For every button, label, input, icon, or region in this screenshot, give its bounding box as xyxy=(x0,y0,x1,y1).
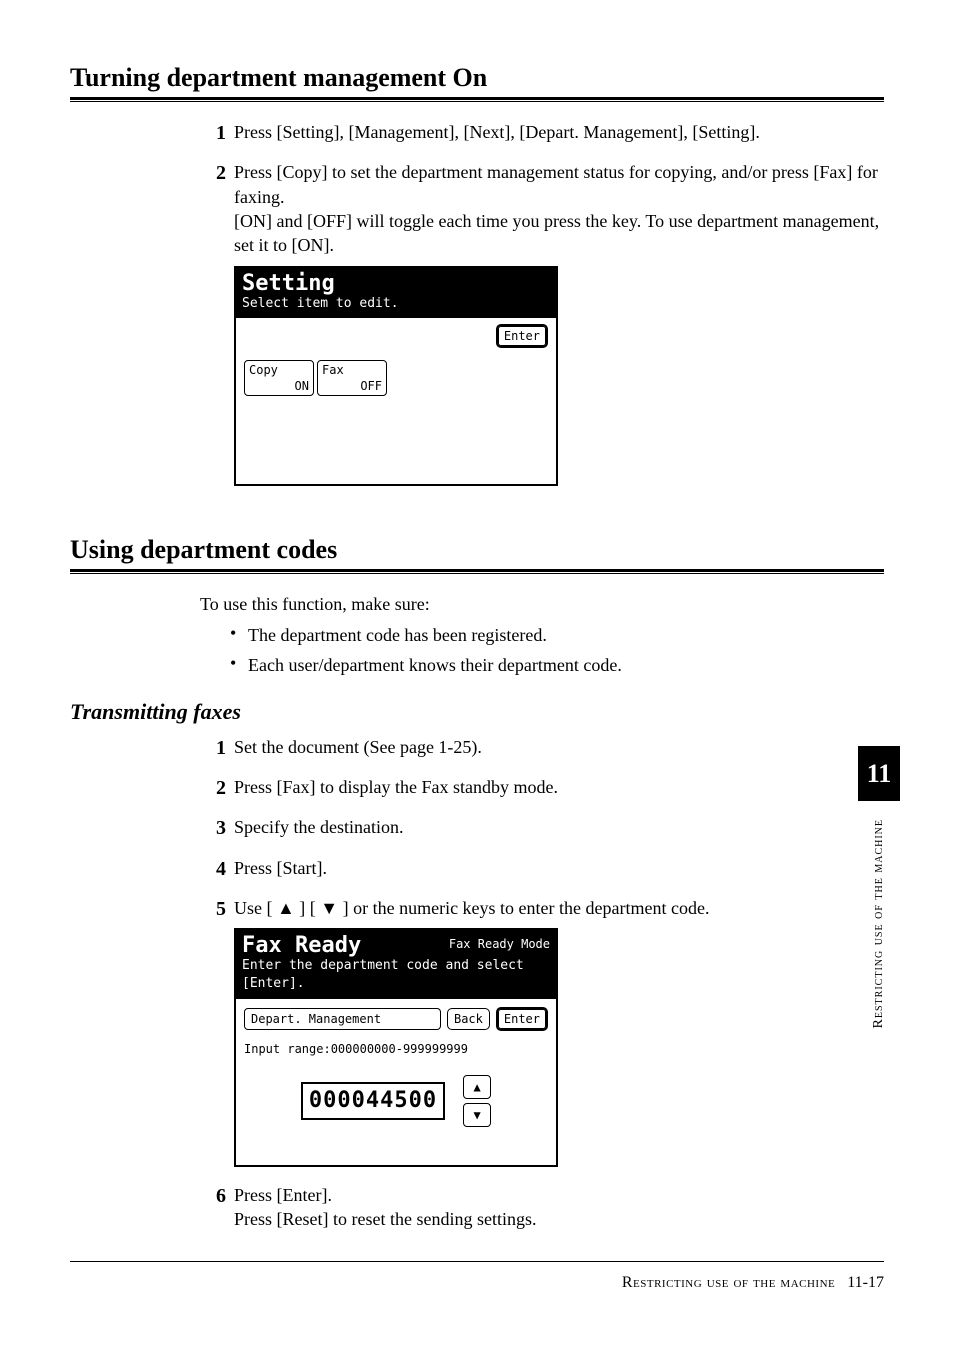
department-code-value[interactable]: 000044500 xyxy=(301,1082,445,1120)
step-number: 1 xyxy=(200,120,226,147)
section-heading-using-codes: Using department codes xyxy=(70,532,884,567)
chevron-down-icon: ▼ xyxy=(473,1107,480,1123)
step-number: 1 xyxy=(200,735,226,762)
step: 6 Press [Enter]. Press [Reset] to reset … xyxy=(200,1183,884,1248)
using-codes-bullets: The department code has been registered.… xyxy=(230,623,884,684)
lcd-mode-label: Fax Ready Mode xyxy=(449,936,550,952)
step-1: 1 Press [Setting], [Management], [Next],… xyxy=(200,120,884,160)
heading-rule-thin xyxy=(70,101,884,102)
arrow-down-button[interactable]: ▼ xyxy=(463,1103,491,1127)
section-heading-turning-on: Turning department management On xyxy=(70,60,884,95)
copy-toggle-label: Copy xyxy=(249,362,278,378)
using-codes-intro: To use this function, make sure: xyxy=(200,592,884,616)
step-number: 4 xyxy=(200,856,226,883)
step: 1 Set the document (See page 1-25). xyxy=(200,735,884,775)
step-text-extra: Press [Reset] to reset the sending setti… xyxy=(234,1209,536,1229)
steps-transmitting: 1 Set the document (See page 1-25). 2 Pr… xyxy=(200,735,884,1247)
step-number: 6 xyxy=(200,1183,226,1210)
lcd-subtitle: Select item to edit. xyxy=(242,296,399,311)
step-text: Press [Enter]. xyxy=(234,1185,332,1205)
step-text: Press [Fax] to display the Fax standby m… xyxy=(234,775,884,799)
heading-rule xyxy=(70,569,884,572)
footer-section-name: Restricting use of the machine xyxy=(622,1274,835,1291)
step: 4 Press [Start]. xyxy=(200,856,884,896)
step-text: Press [Copy] to set the department manag… xyxy=(234,162,878,206)
lcd-title: Setting xyxy=(242,272,550,295)
chevron-up-icon: ▲ xyxy=(473,1079,480,1095)
subheading-transmitting-faxes: Transmitting faxes xyxy=(70,697,884,727)
page-root: 1 1 Restricting use of the machine Turnin… xyxy=(0,0,954,1348)
lcd-subtitle: Enter the department code and select [En… xyxy=(242,958,524,991)
step-text: Use [ ▲ ] [ ▼ ] or the numeric keys to e… xyxy=(234,896,884,920)
enter-softkey[interactable]: Enter xyxy=(496,1007,548,1031)
fax-toggle-label: Fax xyxy=(322,362,344,378)
step-number: 2 xyxy=(200,775,226,802)
step-2: 2 Press [Copy] to set the department man… xyxy=(200,160,884,502)
step: 3 Specify the destination. xyxy=(200,815,884,855)
footer-page-number: 11-17 xyxy=(847,1274,884,1291)
heading-rule-thin xyxy=(70,573,884,574)
step-text: Specify the destination. xyxy=(234,815,884,839)
copy-toggle-state: ON xyxy=(295,378,309,394)
lcd-titlebar: Fax Ready Mode Fax Ready Enter the depar… xyxy=(236,930,556,998)
step-number: 3 xyxy=(200,815,226,842)
step-text: Set the document (See page 1-25). xyxy=(234,735,884,759)
input-range-label: Input range:000000000-999999999 xyxy=(244,1041,548,1057)
enter-softkey[interactable]: Enter xyxy=(496,324,548,348)
lcd-titlebar: Setting Select item to edit. xyxy=(236,268,556,319)
depart-management-field[interactable]: Depart. Management xyxy=(244,1008,441,1030)
arrow-up-button[interactable]: ▲ xyxy=(463,1075,491,1099)
step: 2 Press [Fax] to display the Fax standby… xyxy=(200,775,884,815)
page-footer: Restricting use of the machine 11-17 xyxy=(70,1261,884,1294)
step-number: 5 xyxy=(200,896,226,923)
bullet-item: The department code has been registered. xyxy=(230,623,884,653)
copy-toggle[interactable]: Copy ON xyxy=(244,360,314,396)
step: 5 Use [ ▲ ] [ ▼ ] or the numeric keys to… xyxy=(200,896,884,1182)
back-softkey[interactable]: Back xyxy=(447,1008,490,1030)
step-number: 2 xyxy=(200,160,226,187)
step-text: Press [Setting], [Management], [Next], [… xyxy=(234,120,884,144)
step-text: Press [Start]. xyxy=(234,856,884,880)
steps-turning-on: 1 Press [Setting], [Management], [Next],… xyxy=(200,120,884,502)
heading-rule xyxy=(70,97,884,100)
step-text-extra: [ON] and [OFF] will toggle each time you… xyxy=(234,211,879,255)
bullet-item: Each user/department knows their departm… xyxy=(230,653,884,683)
footer-rule xyxy=(70,1261,884,1262)
lcd-fax-ready-panel: Fax Ready Mode Fax Ready Enter the depar… xyxy=(234,928,558,1166)
fax-toggle[interactable]: Fax OFF xyxy=(317,360,387,396)
lcd-setting-panel: Setting Select item to edit. Enter Copy … xyxy=(234,266,558,487)
fax-toggle-state: OFF xyxy=(360,378,382,394)
